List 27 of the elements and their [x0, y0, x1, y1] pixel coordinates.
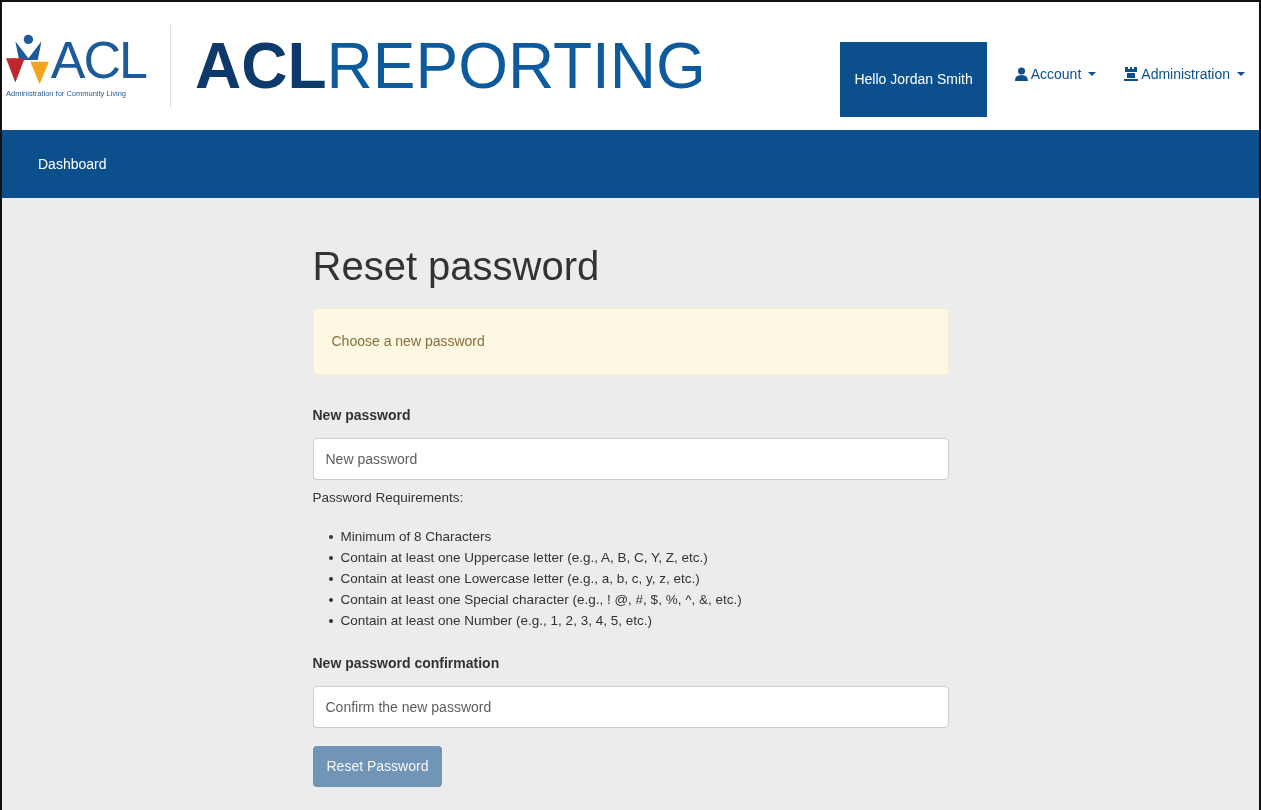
bullet-icon — [328, 576, 333, 581]
field-label: New password — [312, 406, 412, 425]
user-icon — [1014, 67, 1028, 81]
requirement-text: Minimum of 8 Characters — [340, 528, 492, 547]
caret-icon — [1088, 72, 1097, 76]
bullet-icon — [328, 555, 333, 560]
tower-icon — [1124, 67, 1139, 81]
alert-message: Choose a new password — [312, 308, 949, 375]
bullet-icon — [328, 597, 333, 602]
nav-link[interactable]: Dashboard — [38, 153, 107, 175]
dropdown-menu-link[interactable]: Account — [1014, 63, 1097, 85]
site-title: ACLREPORTING — [195, 34, 706, 98]
requirement-text: Contain at least one Uppercase letter (e.g., A, B, C, Y, Z, etc.) — [340, 549, 708, 568]
field-label: New password confirmation — [312, 654, 501, 674]
requirement-text: Contain at least one Lowercase letter (e.g., a, b, c, y, z, etc.) — [340, 570, 700, 589]
requirements-heading: Password Requirements: — [312, 489, 465, 507]
greeting-banner: Hello Jordan Smith — [840, 41, 987, 117]
caret-icon — [1237, 72, 1245, 76]
bullet-icon — [328, 534, 333, 539]
requirement-text: Contain at least one Special character (e.g., ! @, #, $, %, ^, &, etc.) — [340, 591, 742, 610]
password-field[interactable]: New password — [312, 438, 949, 480]
page-title: Reset password — [312, 243, 601, 290]
requirement-text: Contain at least one Number (e.g., 1, 2, 3, 4, 5, etc.) — [340, 612, 652, 631]
logo-text: ACL — [50, 34, 146, 87]
bullet-icon — [328, 618, 333, 623]
dropdown-menu-link[interactable]: Administration — [1124, 63, 1245, 85]
password-confirm-field[interactable]: Confirm the new password — [312, 686, 949, 729]
